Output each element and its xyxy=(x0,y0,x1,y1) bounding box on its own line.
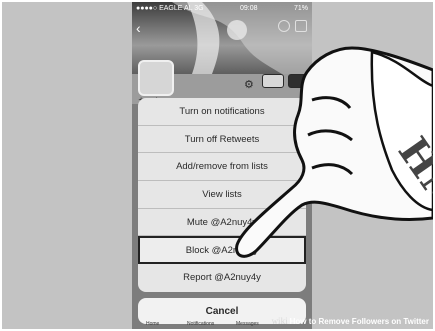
status-bar: ●●●●○ EAGLE AL 3G 09:08 71% xyxy=(132,2,312,14)
carrier-label: ●●●●○ EAGLE AL 3G xyxy=(136,4,204,12)
back-chevron-icon[interactable]: ‹ xyxy=(136,20,141,36)
clock: 09:08 xyxy=(240,4,258,12)
watermark-brand: wiki xyxy=(271,316,288,326)
watermark-title: How to Remove Followers on Twitter xyxy=(289,317,429,326)
search-icon[interactable] xyxy=(278,20,290,32)
compose-icon[interactable] xyxy=(295,20,307,32)
avatar[interactable] xyxy=(138,60,174,96)
article-image-frame: ●●●●○ EAGLE AL 3G 09:08 71% ‹ たつね ⚙ Turn… xyxy=(2,2,433,329)
wikihow-watermark: wiki How to Remove Followers on Twitter xyxy=(272,316,429,326)
battery-label: 71% xyxy=(293,4,308,12)
tab-notifications[interactable]: Notifications xyxy=(187,321,214,327)
tab-home[interactable]: Home xyxy=(146,321,159,327)
pointing-hand-illustration: HM xyxy=(235,46,433,258)
tab-messages[interactable]: Messages xyxy=(236,321,259,327)
